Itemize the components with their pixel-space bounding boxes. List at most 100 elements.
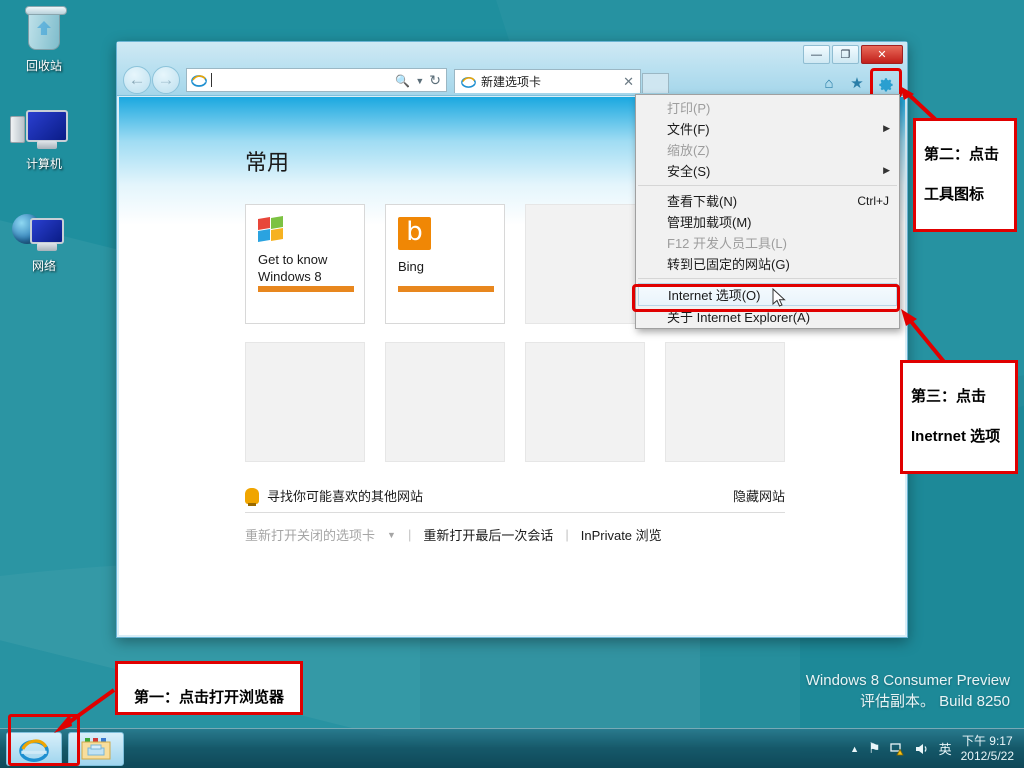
desktop: 回收站 计算机 网络 — ❐ ✕ ← → 🔍 ▼ ↻ 新建选项卡 ✕ ⌂ ★ 常… (0, 0, 1024, 768)
back-button[interactable]: ← (123, 66, 151, 94)
menu-item-file[interactable]: 文件(F) ▶ (636, 118, 899, 139)
menu-item-label: 缩放(Z) (667, 143, 710, 158)
forward-button[interactable]: → (152, 66, 180, 94)
tile-empty[interactable] (525, 204, 645, 324)
clock[interactable]: 下午 9:17 2012/5/22 (961, 734, 1014, 764)
menu-item-label: 安全(S) (667, 164, 711, 179)
menu-item-label: 查看下载(N) (667, 194, 738, 209)
tile-empty[interactable] (245, 342, 365, 462)
tile-grid-row2 (119, 324, 905, 462)
minimize-button[interactable]: — (803, 45, 830, 64)
annotation-arrow-3 (901, 309, 947, 365)
hide-sites-link[interactable]: 隐藏网站 (733, 486, 785, 505)
annotation-step-2: 第二：点击 工具图标 (913, 118, 1017, 232)
menu-separator (638, 185, 897, 186)
system-tray: ▲ ⚑ 英 下午 9:17 2012/5/22 (850, 734, 1024, 764)
search-icon[interactable]: 🔍 (395, 74, 410, 88)
annotation-line: 第三：点击 (911, 388, 987, 405)
desktop-icon-recycle-bin[interactable]: 回收站 (6, 6, 82, 73)
tile-empty[interactable] (525, 342, 645, 462)
window-controls: — ❐ ✕ (803, 45, 903, 64)
browser-chrome: — ❐ ✕ ← → 🔍 ▼ ↻ 新建选项卡 ✕ ⌂ ★ (117, 42, 907, 98)
submenu-arrow-icon: ▶ (883, 165, 890, 175)
taskbar-ie-highlight-box (8, 714, 80, 766)
menu-item-label: 文件(F) (667, 122, 710, 137)
network-warning-icon[interactable] (889, 742, 905, 756)
action-center-flag-icon[interactable]: ⚑ (868, 740, 881, 757)
tile-label: Bing (398, 259, 425, 274)
tile-get-to-know-windows[interactable]: Get to know Windows 8 (245, 204, 365, 324)
desktop-icon-label: 网络 (31, 259, 56, 273)
desktop-icon-computer[interactable]: 计算机 (6, 106, 82, 171)
reopen-last-session-link[interactable]: 重新打开最后一次会话 (423, 525, 553, 544)
address-bar-icons: 🔍 ▼ ↻ (395, 72, 441, 89)
chevron-down-icon[interactable]: ▼ (415, 76, 424, 86)
refresh-icon[interactable]: ↻ (429, 72, 441, 89)
menu-item-manage-addons[interactable]: 管理加载项(M) (636, 211, 899, 232)
mouse-cursor-icon (772, 288, 786, 307)
tile-accent-bar (258, 286, 354, 292)
show-hidden-icons-button[interactable]: ▲ (850, 744, 859, 754)
annotation-line: 工具图标 (924, 186, 985, 203)
desktop-icon-network[interactable]: 网络 (6, 208, 82, 273)
watermark-line-1: Windows 8 Consumer Preview (805, 672, 1010, 689)
lightbulb-icon (245, 487, 259, 506)
folder-icon (81, 737, 111, 759)
link-divider: | (407, 527, 412, 542)
clock-date: 2012/5/22 (960, 748, 1014, 763)
new-tab-button[interactable] (642, 73, 669, 93)
bottom-links: 重新打开关闭的选项卡 ▼ | 重新打开最后一次会话 | InPrivate 浏览 (245, 525, 785, 544)
address-bar[interactable]: 🔍 ▼ ↻ (186, 68, 447, 92)
computer-icon (6, 106, 82, 154)
network-icon (6, 208, 82, 256)
discover-sites-link[interactable]: 寻找你可能喜欢的其他网站 (267, 486, 423, 505)
navigation-row: ← → 🔍 ▼ ↻ 新建选项卡 ✕ ⌂ ★ (123, 66, 903, 98)
reopen-closed-tab-link[interactable]: 重新打开关闭的选项卡 (245, 525, 375, 544)
chevron-down-icon[interactable]: ▼ (387, 530, 396, 540)
menu-item-zoom[interactable]: 缩放(Z) (636, 139, 899, 160)
close-button[interactable]: ✕ (861, 45, 903, 64)
recycle-bin-icon (6, 6, 82, 56)
menu-item-label: 打印(P) (667, 101, 711, 116)
favorites-icon[interactable]: ★ (847, 73, 867, 93)
menu-item-label: 管理加载项(M) (667, 215, 752, 230)
tile-accent-bar (398, 286, 494, 292)
menu-item-print[interactable]: 打印(P) (636, 97, 899, 118)
tile-label: Get to know Windows 8 (258, 252, 328, 284)
menu-item-go-to-pinned-site[interactable]: 转到已固定的网站(G) (636, 253, 899, 274)
tile-bing[interactable]: b Bing (385, 204, 505, 324)
inprivate-browsing-link[interactable]: InPrivate 浏览 (581, 525, 662, 544)
annotation-step-1: 第一：点击打开浏览器 (115, 661, 303, 715)
windows-logo-icon (258, 216, 286, 243)
browser-tab[interactable]: 新建选项卡 ✕ (454, 69, 641, 93)
link-divider: | (565, 527, 569, 542)
discover-row: 寻找你可能喜欢的其他网站 隐藏网站 (245, 486, 785, 513)
annotation-line: 第二：点击 (924, 146, 1000, 163)
watermark-line-2: 评估副本。 Build 8250 (859, 693, 1010, 710)
menu-item-label: 转到已固定的网站(G) (667, 257, 790, 272)
home-icon[interactable]: ⌂ (819, 73, 839, 93)
menu-item-view-downloads[interactable]: 查看下载(N) Ctrl+J (636, 190, 899, 211)
menu-item-safety[interactable]: 安全(S) ▶ (636, 160, 899, 181)
ie-logo-icon (461, 76, 476, 88)
text-caret (211, 73, 212, 87)
internet-options-highlight-box (632, 284, 900, 312)
tab-close-icon[interactable]: ✕ (623, 74, 634, 90)
menu-item-label: F12 开发人员工具(L) (667, 236, 787, 251)
bing-logo-icon: b (398, 217, 431, 250)
desktop-icon-label: 回收站 (25, 59, 62, 73)
maximize-button[interactable]: ❐ (832, 45, 859, 64)
tile-empty[interactable] (385, 342, 505, 462)
submenu-arrow-icon: ▶ (883, 123, 890, 133)
tile-empty[interactable] (665, 342, 785, 462)
volume-icon[interactable] (914, 742, 930, 756)
tab-strip: 新建选项卡 ✕ ⌂ ★ (454, 67, 903, 98)
ie-logo-icon (191, 75, 207, 87)
taskbar: ▲ ⚑ 英 下午 9:17 2012/5/22 (0, 728, 1024, 768)
ime-indicator[interactable]: 英 (939, 739, 952, 758)
menu-item-f12-dev-tools[interactable]: F12 开发人员工具(L) (636, 232, 899, 253)
annotation-line: Inetrnet 选项 (911, 428, 1001, 445)
menu-item-shortcut: Ctrl+J (857, 193, 889, 208)
annotation-step-3: 第三：点击 Inetrnet 选项 (900, 360, 1018, 474)
windows-watermark: Windows 8 Consumer Preview 评估副本。 Build 8… (806, 670, 1010, 712)
